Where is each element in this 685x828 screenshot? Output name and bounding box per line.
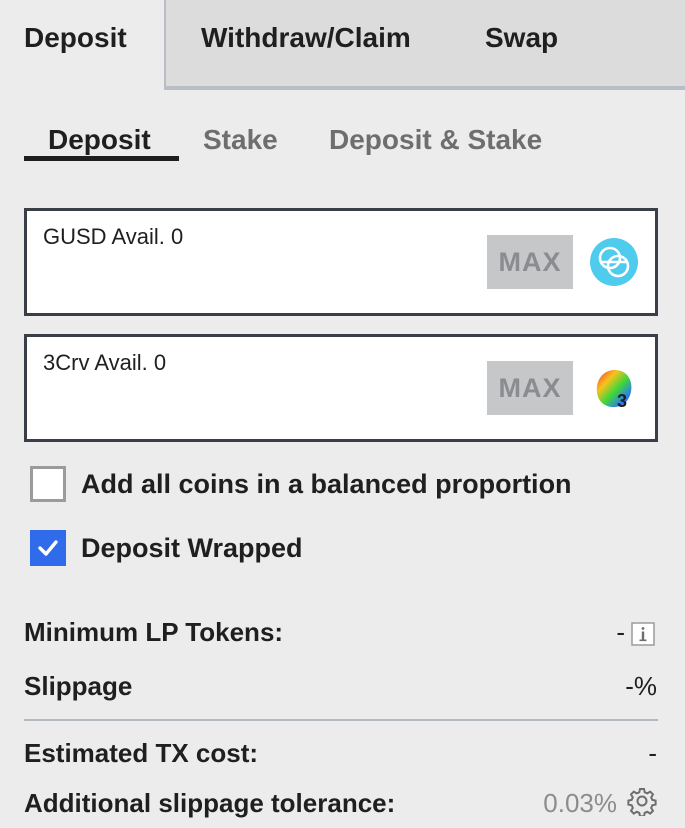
slippage-tolerance-value: 0.03% — [543, 788, 617, 818]
svg-text:3: 3 — [617, 391, 627, 411]
info-icon[interactable] — [631, 622, 655, 646]
gusd-amount-input[interactable] — [41, 261, 481, 301]
gusd-input-box: GUSD Avail. 0 MAX — [24, 208, 658, 316]
tab-swap[interactable]: Swap — [485, 22, 558, 54]
tab-withdraw-claim[interactable]: Withdraw/Claim — [201, 22, 411, 54]
deposit-wrapped-checkbox[interactable] — [30, 530, 66, 566]
top-tabs: Deposit Withdraw/Claim Swap — [0, 0, 685, 90]
deposit-wrapped-label: Deposit Wrapped — [81, 533, 303, 563]
balanced-checkbox[interactable] — [30, 466, 66, 502]
estimated-tx-cost-value: - — [648, 738, 657, 768]
3crv-available-label: 3Crv Avail. 0 — [43, 350, 167, 375]
slippage-tolerance-label: Additional slippage tolerance: — [24, 788, 396, 818]
gear-icon[interactable] — [627, 786, 657, 816]
subtab-active-underline — [24, 156, 179, 161]
min-lp-tokens-value: - — [616, 617, 625, 647]
deposit-wrapped-option[interactable]: Deposit Wrapped — [30, 530, 330, 566]
balanced-option[interactable]: Add all coins in a balanced proportion — [30, 466, 610, 502]
balanced-label: Add all coins in a balanced proportion — [81, 469, 572, 499]
subtab-deposit[interactable]: Deposit — [48, 124, 151, 156]
gusd-max-button[interactable]: MAX — [487, 235, 573, 289]
min-lp-tokens-label: Minimum LP Tokens: — [24, 617, 284, 647]
subtab-stake[interactable]: Stake — [203, 124, 278, 156]
gusd-available-label: GUSD Avail. 0 — [43, 224, 184, 249]
tab-deposit[interactable]: Deposit — [24, 22, 127, 54]
slippage-label: Slippage — [24, 671, 133, 701]
3crv-input-box: 3Crv Avail. 0 MAX 3 — [24, 334, 658, 442]
3crv-max-button[interactable]: MAX — [487, 361, 573, 415]
slippage-value: -% — [625, 671, 657, 701]
3crv-coin-icon: 3 — [596, 369, 632, 411]
estimated-tx-cost-label: Estimated TX cost: — [24, 738, 259, 768]
divider — [24, 719, 658, 721]
3crv-amount-input[interactable] — [41, 387, 481, 427]
gusd-coin-icon — [590, 238, 638, 286]
subtab-deposit-and-stake[interactable]: Deposit & Stake — [329, 124, 542, 156]
checkmark-icon — [38, 540, 58, 556]
